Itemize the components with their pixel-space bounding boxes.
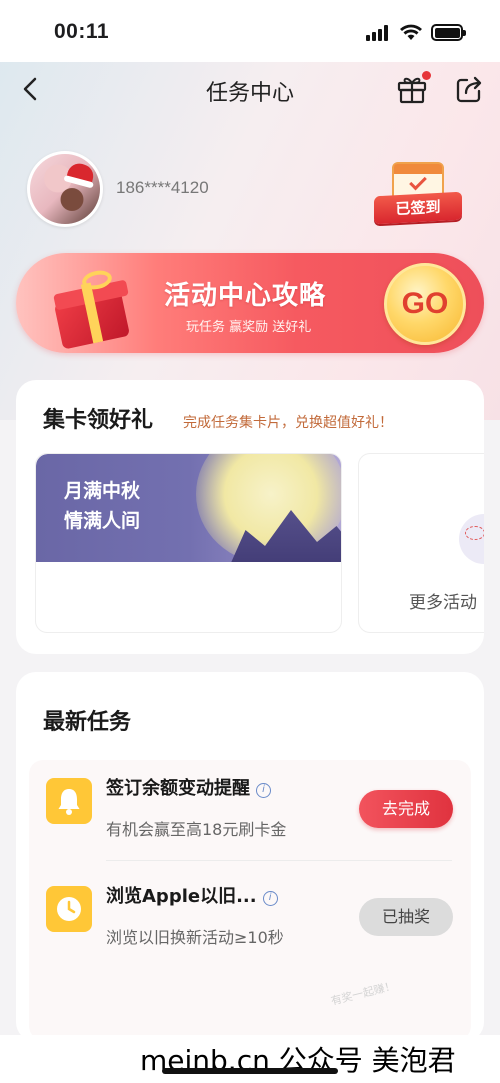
mid-autumn-moon-image: 月满中秋 情满人间 xyxy=(36,454,341,562)
share-icon[interactable] xyxy=(454,74,484,104)
status-bar: 00:11 xyxy=(0,0,500,62)
wifi-icon xyxy=(400,24,422,40)
home-indicator xyxy=(162,1068,338,1074)
more-activities-label: 更多活动 xyxy=(409,593,477,613)
avatar[interactable] xyxy=(27,151,103,227)
cellular-signal-icon xyxy=(366,25,392,41)
task-item: 签订余额变动提醒 i 有机会赢至高18元刷卡金 去完成 xyxy=(29,760,471,861)
avatar-image xyxy=(30,154,100,224)
banner-subtitle: 玩任务 赢奖励 送好礼 xyxy=(186,320,312,335)
battery-icon xyxy=(431,24,466,41)
activity-line-1: 月满中秋 xyxy=(64,480,141,502)
activity-card-mid-autumn[interactable]: 月满中秋 情满人间 xyxy=(35,453,342,633)
info-icon[interactable]: i xyxy=(262,891,278,906)
more-activities-illustration xyxy=(459,514,484,564)
status-time: 00:11 xyxy=(54,20,110,43)
notification-dot xyxy=(422,71,431,80)
complete-task-button[interactable]: 去完成 xyxy=(359,790,453,828)
footer-caption: meinb.cn 公众号 美泡君 xyxy=(0,1035,500,1083)
section-title: 最新任务 xyxy=(43,710,132,735)
drawn-status-button[interactable]: 已抽奖 xyxy=(359,898,453,936)
bell-icon xyxy=(46,778,92,824)
clock-icon xyxy=(46,886,92,932)
task-description: 有机会赢至高18元刷卡金 xyxy=(106,820,287,839)
user-phone: 186****4120 xyxy=(116,178,209,197)
task-name: 浏览Apple以旧... i xyxy=(106,882,278,908)
task-name: 签订余额变动提醒 i xyxy=(106,774,271,800)
nav-bar: 任务中心 xyxy=(0,62,500,118)
more-activities-card[interactable]: 更多活动 xyxy=(358,453,484,633)
gift-button[interactable] xyxy=(396,71,431,104)
activity-guide-banner[interactable]: 活动中心攻略 玩任务 赢奖励 送好礼 GO xyxy=(16,253,484,353)
banner-title: 活动中心攻略 xyxy=(164,281,327,311)
task-item: 浏览Apple以旧... i 浏览以旧换新活动≥10秒 已抽奖 xyxy=(29,868,471,968)
go-button[interactable]: GO xyxy=(384,263,466,345)
activity-line-2: 情满人间 xyxy=(64,510,141,532)
section-subtitle: 完成任务集卡片，兑换超值好礼！ xyxy=(183,415,393,431)
info-icon[interactable]: i xyxy=(256,783,271,798)
task-list: 签订余额变动提醒 i 有机会赢至高18元刷卡金 去完成 浏览Apple以旧... i… xyxy=(29,760,471,1040)
collect-cards-section: 集卡领好礼 完成任务集卡片，兑换超值好礼！ 月满中秋 情满人间 更多活动 xyxy=(16,380,484,654)
section-title: 集卡领好礼 xyxy=(43,408,154,433)
gift-box-icon xyxy=(53,268,136,350)
task-description: 浏览以旧换新活动≥10秒 xyxy=(106,928,284,947)
divider xyxy=(106,860,452,861)
signed-label: 已签到 xyxy=(374,191,462,225)
signed-badge[interactable]: 已签到 xyxy=(372,158,464,228)
latest-tasks-section: 最新任务 签订余额变动提醒 i 有机会赢至高18元刷卡金 去完成 浏览Apple以… xyxy=(16,672,484,1042)
